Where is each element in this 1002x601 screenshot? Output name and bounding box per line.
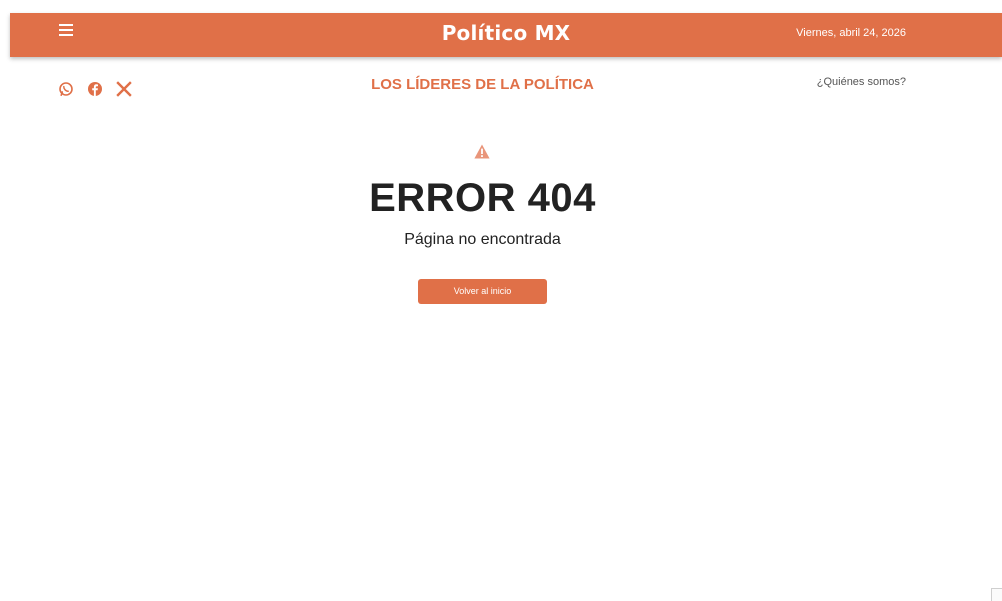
page: Político MX Viernes, abril 24, 2026 LOS … bbox=[0, 0, 1002, 601]
current-date: Viernes, abril 24, 2026 bbox=[796, 27, 906, 39]
back-to-home-button[interactable]: Volver al inicio bbox=[418, 279, 547, 304]
error-subtitle: Página no encontrada bbox=[404, 231, 561, 248]
about-us-link[interactable]: ¿Quiénes somos? bbox=[817, 76, 906, 88]
corner-widget[interactable] bbox=[991, 588, 1002, 601]
warning-icon bbox=[474, 144, 490, 159]
top-bar: Político MX Viernes, abril 24, 2026 bbox=[10, 13, 1002, 57]
error-title: ERROR 404 bbox=[369, 176, 596, 220]
